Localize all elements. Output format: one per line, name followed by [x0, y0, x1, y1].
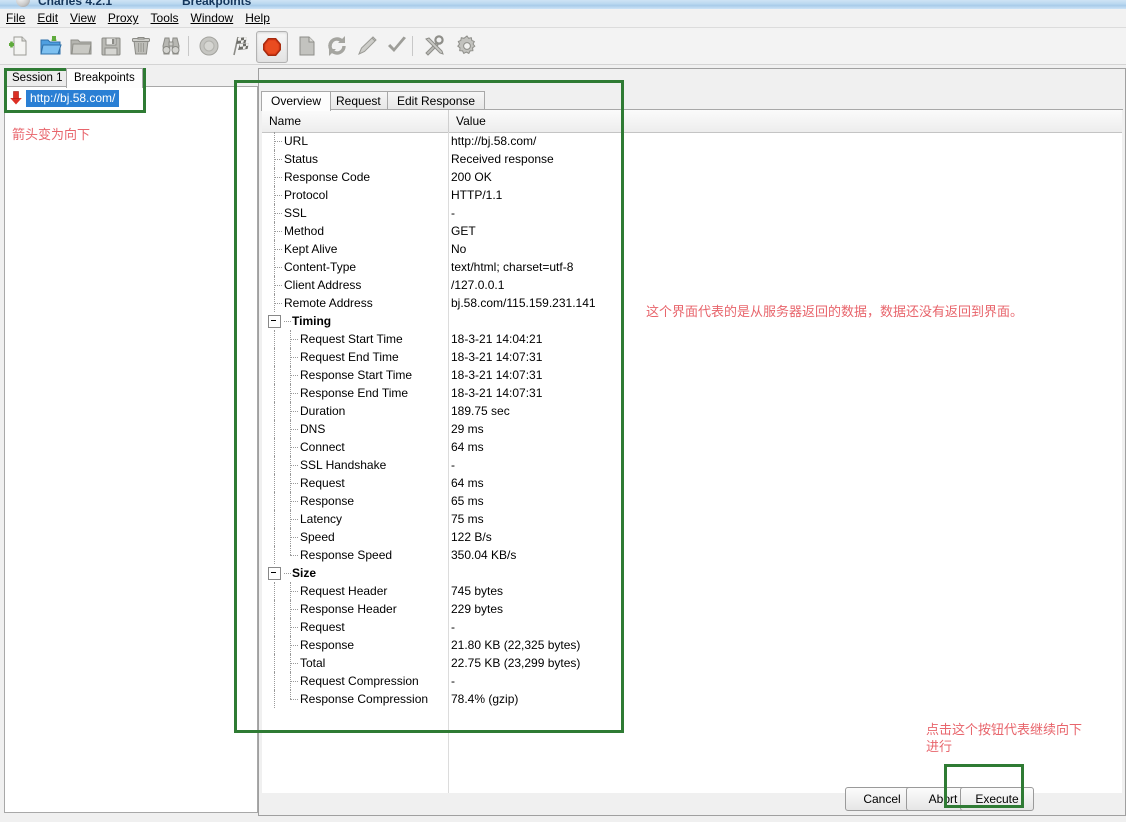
window-title: Charles 4.2.1	[38, 0, 113, 8]
menu-item-window[interactable]: Window	[185, 9, 240, 27]
menu-item-help[interactable]: Help	[239, 9, 276, 27]
menu-item-edit[interactable]: Edit	[31, 9, 64, 27]
menu-tools-label: Tools	[150, 11, 179, 25]
record-icon[interactable]	[194, 31, 224, 61]
menu-item-view[interactable]: View	[64, 9, 102, 27]
highlight-box-execute-button	[944, 764, 1024, 808]
menu-edit-label: Edit	[37, 11, 59, 25]
tools-wrench-icon[interactable]	[420, 31, 450, 61]
menu-bar: File Edit View Proxy Tools Window Help	[0, 9, 1126, 28]
repeat-icon[interactable]	[322, 31, 352, 61]
toolbar-separator-1	[188, 36, 189, 56]
menu-view-label: View	[70, 11, 96, 25]
app-icon	[16, 0, 30, 7]
tab-breakpoints-label: Breakpoints	[74, 72, 135, 84]
annotation-panel-note: 这个界面代表的是从服务器返回的数据，数据还没有返回到界面。	[646, 305, 1024, 320]
window-title-suffix: Breakpoints	[182, 0, 252, 8]
menu-window-label: Window	[190, 11, 234, 25]
find-binoculars-icon[interactable]	[156, 31, 186, 61]
breakpoint-session-list[interactable]: http://bj.58.com/	[4, 87, 258, 813]
menu-item-file[interactable]: File	[0, 9, 31, 27]
cancel-button-label: Cancel	[863, 792, 901, 806]
save-session-icon[interactable]	[96, 31, 126, 61]
menu-file-label: File	[6, 11, 26, 25]
settings-gear-icon[interactable]	[452, 31, 482, 61]
breakpoint-stop-icon[interactable]	[256, 31, 288, 63]
left-pane: Session 1 Breakpoints http://bj.58.com/	[4, 68, 258, 814]
open-folder-icon[interactable]	[36, 31, 66, 61]
validate-check-icon[interactable]	[382, 31, 412, 61]
tab-breakpoints[interactable]: Breakpoints	[66, 68, 143, 88]
new-session-icon[interactable]	[4, 31, 34, 61]
clear-trash-icon[interactable]	[126, 31, 156, 61]
toolbar-separator-2	[412, 36, 413, 56]
compose-page-icon[interactable]	[292, 31, 322, 61]
menu-help-label: Help	[245, 11, 270, 25]
tab-overview[interactable]: Overview	[261, 91, 332, 111]
highlight-box-overview-panel	[234, 80, 624, 733]
throttle-flags-icon[interactable]	[226, 31, 256, 61]
main-toolbar	[0, 28, 1126, 65]
close-session-icon[interactable]	[66, 31, 96, 61]
menu-item-proxy[interactable]: Proxy	[102, 9, 145, 27]
menu-proxy-label: Proxy	[107, 11, 139, 25]
tab-overview-label: Overview	[271, 94, 322, 108]
edit-pencil-icon[interactable]	[352, 31, 382, 61]
menu-item-tools[interactable]: Tools	[145, 9, 185, 27]
window-titlebar: Charles 4.2.1 Breakpoints	[0, 0, 1126, 9]
annotation-execute-note: 点击这个按钮代表继续向下 进行	[926, 723, 1083, 755]
annotation-arrow-note: 箭头变为向下	[12, 128, 91, 143]
